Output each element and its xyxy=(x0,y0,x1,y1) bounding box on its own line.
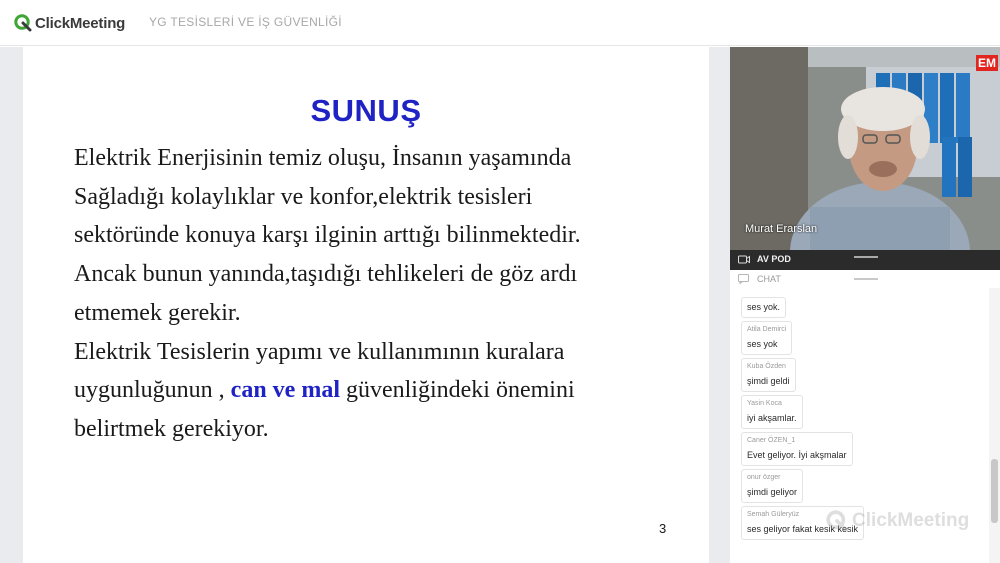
slide-line: Elektrik Enerjisinin temiz oluşu, İnsanı… xyxy=(74,145,572,171)
chat-message-text: ses yok xyxy=(747,339,778,349)
video-frame xyxy=(730,47,1000,250)
slide-page-number: 3 xyxy=(659,521,667,536)
chat-label: CHAT xyxy=(757,274,781,284)
slide-text: güvenliğindeki önemini xyxy=(339,377,575,404)
slide-line: Elektrik Tesislerin yapımı ve kullanımın… xyxy=(74,338,565,365)
camera-icon xyxy=(738,255,750,264)
event-title: YG TESİSLERİ VE İŞ GÜVENLİĞİ xyxy=(149,15,342,29)
chat-message-author: Yasin Koca xyxy=(747,400,782,407)
slide-line: sektöründe konuya karşı ilginin arttığı … xyxy=(74,222,581,249)
chat-message: Kuba Özden şimdi geldi xyxy=(741,358,796,392)
clickmeeting-logo: ClickMeeting xyxy=(14,13,125,33)
slide-line: uygunluğunun , can ve mal güvenliğindeki… xyxy=(74,371,694,410)
slide-line: Sağladığı kolaylıklar ve konfor,elektrik… xyxy=(74,183,533,210)
presenter-badge: EM xyxy=(976,55,998,71)
chat-message: onur özger şimdi geliyor xyxy=(741,469,804,503)
chat-message-text: ses geliyor fakat kesik kesik xyxy=(747,524,859,534)
chat-message-text: şimdi geldi xyxy=(747,376,790,386)
presentation-stage: SUNUŞ Elektrik Enerjisinin temiz oluşu, … xyxy=(0,47,730,563)
slide-body: Elektrik Enerjisinin temiz oluşu, İnsanı… xyxy=(74,139,694,449)
chat-message-author: Caner ÖZEN_1 xyxy=(747,437,796,444)
chat-message-text: şimdi geliyor xyxy=(747,487,798,497)
chat-message: Atila Demirci ses yok xyxy=(741,321,793,355)
side-panel: EM Murat Erarslan AV POD CHAT ses yok. A… xyxy=(730,47,1000,563)
chat-scrollbar[interactable] xyxy=(989,288,1000,563)
chat-message: Yasin Koca iyi akşamlar. xyxy=(741,395,803,429)
chat-message-text: iyi akşamlar. xyxy=(747,413,797,423)
av-pod-drag-handle[interactable] xyxy=(854,256,878,258)
presentation-slide: SUNUŞ Elektrik Enerjisinin temiz oluşu, … xyxy=(23,47,709,563)
chat-message-list[interactable]: ses yok. Atila Demirci ses yok Kuba Özde… xyxy=(730,288,989,563)
chat-message-author: onur özger xyxy=(747,474,781,481)
chat-message-author: Semah Güleryüz xyxy=(747,511,800,518)
slide-highlight: can ve mal xyxy=(230,377,340,404)
chat-message-author: Kuba Özden xyxy=(747,363,786,370)
chat-message: Semah Güleryüz ses geliyor fakat kesik k… xyxy=(741,506,865,540)
presenter-video[interactable]: EM Murat Erarslan xyxy=(730,47,1000,250)
chat-header[interactable]: CHAT xyxy=(730,270,1000,288)
brand-name: ClickMeeting xyxy=(35,14,126,32)
chat-drag-handle[interactable] xyxy=(854,278,878,280)
chat-message: Caner ÖZEN_1 Evet geliyor. İyi akşmalar xyxy=(741,432,853,466)
presenter-name: Murat Erarslan xyxy=(745,223,818,235)
clickmeeting-logo-icon xyxy=(14,14,32,32)
chat-message: ses yok. xyxy=(741,297,787,318)
slide-line: belirtmek gerekiyor. xyxy=(74,415,269,442)
chat-icon xyxy=(738,274,749,284)
slide-text: uygunluğunun , xyxy=(74,377,231,404)
slide-line: etmemek gerekir. xyxy=(74,299,241,326)
slide-line: Ancak bunun yanında,taşıdığı tehlikeleri… xyxy=(74,261,578,288)
chat-message-author: Atila Demirci xyxy=(747,326,787,333)
av-pod-label: AV POD xyxy=(757,254,791,264)
slide-title: SUNUŞ xyxy=(310,93,422,128)
av-pod-bar[interactable]: AV POD xyxy=(730,250,1000,270)
chat-scrollbar-thumb[interactable] xyxy=(991,459,998,523)
chat-message-text: Evet geliyor. İyi akşmalar xyxy=(747,450,847,460)
top-bar: ClickMeeting YG TESİSLERİ VE İŞ GÜVENLİĞ… xyxy=(0,0,1000,46)
chat-message-text: ses yok. xyxy=(747,302,781,312)
